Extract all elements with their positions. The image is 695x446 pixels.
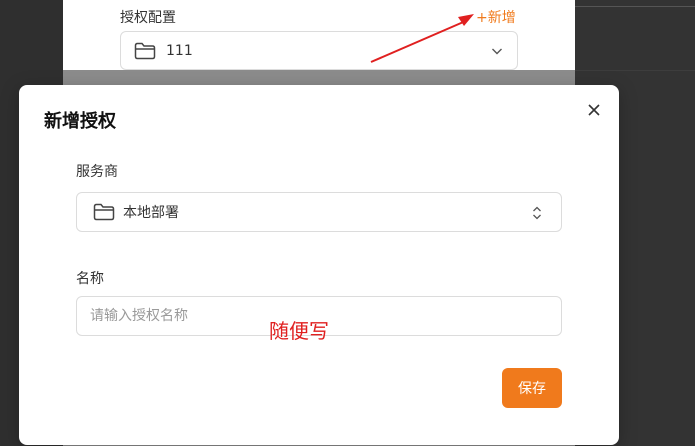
- add-auth-link[interactable]: +新增: [476, 7, 516, 27]
- annotation-text: 随便写: [269, 319, 329, 343]
- auth-config-value: 111: [166, 42, 193, 59]
- close-icon[interactable]: [585, 101, 603, 119]
- background-divider: [575, 70, 695, 71]
- save-button[interactable]: 保存: [502, 368, 562, 408]
- auth-config-select[interactable]: 111: [120, 31, 518, 70]
- folder-icon: [93, 203, 115, 221]
- name-label: 名称: [76, 271, 104, 287]
- provider-value: 本地部署: [123, 205, 179, 221]
- select-updown-icon: [533, 206, 541, 220]
- background-divider: [575, 6, 695, 7]
- add-auth-dialog: 新增授权 服务商 本地部署 名称 随便写 保存: [19, 85, 619, 445]
- auth-config-label: 授权配置: [120, 10, 176, 26]
- provider-select[interactable]: 本地部署: [76, 192, 562, 232]
- provider-label: 服务商: [76, 164, 118, 180]
- chevron-down-icon: [492, 48, 502, 55]
- dialog-title: 新增授权: [44, 111, 116, 132]
- folder-icon: [134, 42, 156, 59]
